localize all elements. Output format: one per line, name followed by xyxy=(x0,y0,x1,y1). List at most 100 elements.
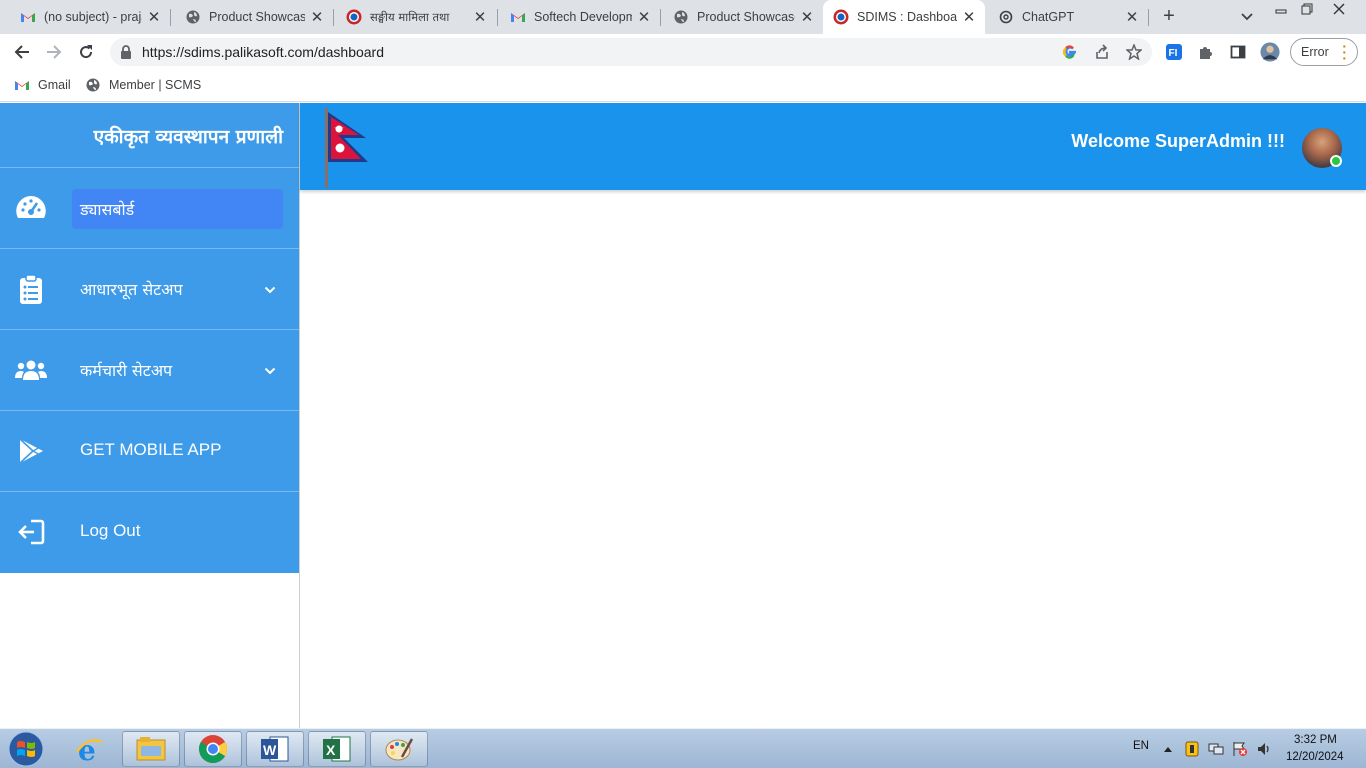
tab-softech[interactable]: Softech Developm ✕ xyxy=(498,0,660,34)
sidebar: एकीकृत व्यवस्थापन प्रणाली ड्यासबोर्ड आधा… xyxy=(0,103,299,573)
sidebar-item-logout[interactable]: Log Out xyxy=(0,492,299,573)
sidebar-item-label: कर्मचारी सेटअप xyxy=(80,361,173,380)
new-tab-button[interactable]: + xyxy=(1158,5,1180,27)
url-text[interactable]: https://sdims.palikasoft.com/dashboard xyxy=(142,44,384,60)
sidebar-divider xyxy=(299,103,300,728)
sidebar-item-label: GET MOBILE APP xyxy=(80,440,222,459)
nepal-flag-icon xyxy=(325,108,368,188)
app-header: Welcome SuperAdmin !!! xyxy=(300,103,1366,190)
bookmark-label: Member | SCMS xyxy=(109,78,202,92)
tab-title: सङ्घीय मामिला तथा xyxy=(370,9,450,24)
taskbar-paint[interactable] xyxy=(370,731,428,767)
svg-text:W: W xyxy=(263,742,277,758)
brand-title: एकीकृत व्यवस्थापन प्रणाली xyxy=(93,126,283,148)
close-icon[interactable]: ✕ xyxy=(636,9,652,26)
bookmark-member-scms[interactable]: Member | SCMS xyxy=(85,77,201,93)
close-icon[interactable]: ✕ xyxy=(146,9,162,26)
gmail-icon xyxy=(20,9,36,25)
google-icon[interactable] xyxy=(1061,43,1079,61)
tab-title: (no subject) - praja xyxy=(44,10,142,24)
sidebar-item-basic-setup[interactable]: आधारभूत सेटअप xyxy=(0,249,299,330)
sidebar-item-mobile-app[interactable]: GET MOBILE APP xyxy=(0,411,299,492)
address-bar[interactable]: https://sdims.palikasoft.com/dashboard xyxy=(110,38,1152,66)
sidebar-item-label: Log Out xyxy=(80,521,141,540)
profile-avatar-icon[interactable] xyxy=(1260,42,1280,62)
sidebar-item-staff-setup[interactable]: कर्मचारी सेटअप xyxy=(0,330,299,411)
taskbar-internet-explorer[interactable]: e xyxy=(60,731,118,767)
lock-icon[interactable] xyxy=(120,45,132,59)
profile-error-button[interactable]: Error · · · xyxy=(1290,38,1358,66)
side-panel-icon[interactable] xyxy=(1228,42,1248,62)
logout-icon xyxy=(15,516,47,548)
back-arrow-icon[interactable] xyxy=(10,40,34,64)
chevron-down-icon[interactable] xyxy=(262,363,278,379)
tab-separator xyxy=(1148,9,1149,26)
clipboard-icon xyxy=(15,273,47,305)
close-window-icon[interactable] xyxy=(1324,0,1354,18)
tab-title: Product Showcase xyxy=(209,10,305,24)
taskbar-file-explorer[interactable] xyxy=(122,731,180,767)
tab-product-showcase-1[interactable]: Product Showcase ✕ xyxy=(171,0,333,34)
bookmarks-bar: Gmail Member | SCMS xyxy=(0,70,1366,102)
paint-icon xyxy=(385,738,414,761)
tab-gmail-no-subject[interactable]: (no subject) - praja ✕ xyxy=(0,0,170,34)
taskbar-chrome[interactable] xyxy=(184,731,242,767)
volume-speaker-icon[interactable] xyxy=(1257,741,1273,757)
folder-icon xyxy=(136,737,166,761)
close-icon[interactable]: ✕ xyxy=(799,9,815,26)
sidebar-brand: एकीकृत व्यवस्थापन प्रणाली xyxy=(0,103,299,168)
globe-icon xyxy=(673,9,689,25)
extension-fi-icon[interactable]: FI xyxy=(1164,42,1184,62)
internet-explorer-icon: e xyxy=(75,734,103,764)
close-icon[interactable]: ✕ xyxy=(472,9,488,26)
tab-search-chevron-icon[interactable] xyxy=(1238,8,1256,26)
browser-tab-strip: (no subject) - praja ✕ Product Showcase … xyxy=(0,0,1366,34)
tab-title: SDIMS : Dashboard xyxy=(857,10,957,24)
welcome-message: Welcome SuperAdmin !!! xyxy=(1071,131,1285,151)
show-hidden-icons-chevron-icon[interactable] xyxy=(1160,741,1176,757)
chevron-down-icon[interactable] xyxy=(262,282,278,298)
bookmark-gmail[interactable]: Gmail xyxy=(14,77,71,93)
gmail-icon xyxy=(510,9,526,25)
nepal-emblem-icon xyxy=(833,9,849,25)
taskbar-excel[interactable]: X xyxy=(308,731,366,767)
tab-chatgpt[interactable]: ChatGPT ✕ xyxy=(986,0,1148,34)
svg-text:X: X xyxy=(326,742,336,758)
extensions-puzzle-icon[interactable] xyxy=(1196,42,1216,62)
play-store-icon xyxy=(15,435,47,467)
active-item-highlight[interactable]: ड्यासबोर्ड xyxy=(72,189,283,229)
sidebar-item-label: आधारभूत सेटअप xyxy=(80,280,183,299)
sidebar-item-label: ड्यासबोर्ड xyxy=(80,200,135,219)
menu-dots-icon[interactable]: · · · xyxy=(1342,39,1347,65)
chatgpt-icon xyxy=(998,9,1014,25)
sidebar-item-dashboard[interactable]: ड्यासबोर्ड xyxy=(0,168,299,249)
restore-window-icon[interactable] xyxy=(1294,0,1320,18)
bookmark-star-icon[interactable] xyxy=(1125,43,1143,61)
security-tray-icon[interactable] xyxy=(1184,741,1200,757)
users-icon xyxy=(15,354,47,386)
tab-title: ChatGPT xyxy=(1022,10,1075,24)
close-icon[interactable]: ✕ xyxy=(961,9,977,26)
globe-icon xyxy=(185,9,201,25)
windows-start-button[interactable] xyxy=(4,730,48,768)
tab-title: Product Showcase xyxy=(697,10,795,24)
online-status-dot xyxy=(1330,155,1342,167)
share-icon[interactable] xyxy=(1093,43,1111,61)
forward-arrow-icon[interactable] xyxy=(42,40,66,64)
input-language[interactable]: EN xyxy=(1133,740,1149,752)
action-center-flag-icon[interactable] xyxy=(1232,741,1248,757)
reload-icon[interactable] xyxy=(74,40,98,64)
globe-icon xyxy=(85,77,101,93)
tab-federal-affairs[interactable]: सङ्घीय मामिला तथा ✕ xyxy=(334,0,496,34)
network-icon[interactable] xyxy=(1208,741,1224,757)
close-icon[interactable]: ✕ xyxy=(1124,9,1140,26)
clock-date[interactable]: 12/20/2024 xyxy=(1286,751,1344,763)
tab-product-showcase-2[interactable]: Product Showcase ✕ xyxy=(661,0,823,34)
taskbar-word[interactable]: W xyxy=(246,731,304,767)
tab-sdims-dashboard[interactable]: SDIMS : Dashboard ✕ xyxy=(823,0,985,34)
word-icon: W xyxy=(261,736,289,762)
close-icon[interactable]: ✕ xyxy=(309,9,325,26)
clock-time[interactable]: 3:32 PM xyxy=(1294,734,1337,746)
bookmark-label: Gmail xyxy=(38,78,71,92)
minimize-window-icon[interactable] xyxy=(1268,0,1294,18)
